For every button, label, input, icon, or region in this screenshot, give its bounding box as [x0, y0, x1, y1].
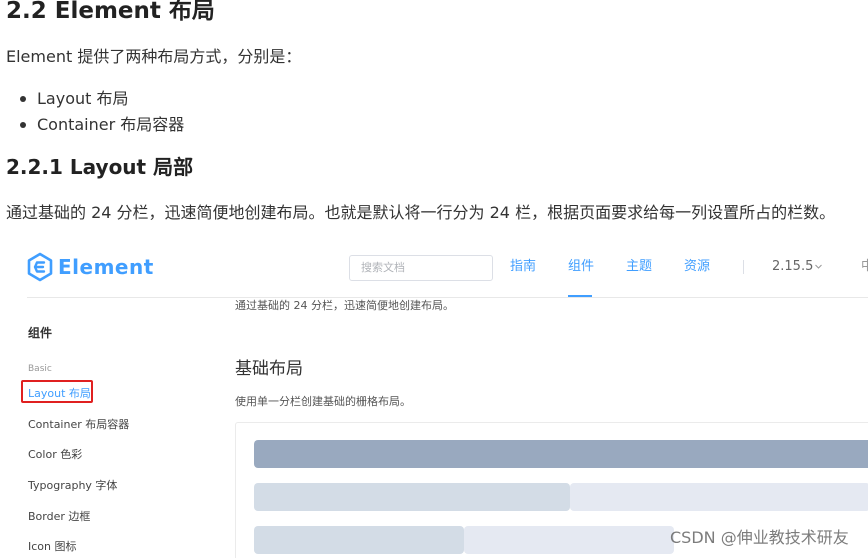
content-intro: 通过基础的 24 分栏，迅速简便地创建布局。	[235, 299, 454, 312]
element-logo[interactable]: Element	[27, 252, 154, 282]
language-switch[interactable]: 中	[861, 259, 868, 275]
element-docs-screenshot: Element 搜索文档 指南 组件 主题 资源 2.15.5 中 组件 Bas…	[0, 236, 868, 558]
hexagon-logo-icon	[27, 252, 53, 282]
version-select[interactable]: 2.15.5	[772, 259, 813, 275]
bullet-item-container: Container 布局容器	[18, 112, 184, 138]
article-heading: 2.2 Element 布局	[6, 0, 215, 24]
article-subheading: 2.2.1 Layout 局部	[6, 155, 194, 179]
grid-col-12-b	[570, 483, 868, 511]
article-description: 通过基础的 24 分栏，迅速简便地创建布局。也就是默认将一行分为 24 栏，根据…	[6, 203, 836, 222]
page: 2.2 Element 布局 Element 提供了两种布局方式，分别是： La…	[0, 0, 868, 558]
bullet-list: Layout 布局 Container 布局容器	[18, 86, 184, 138]
watermark: CSDN @伸业教技术研友	[670, 528, 849, 547]
sidebar-item-container[interactable]: Container 布局容器	[28, 418, 129, 432]
grid-col-24	[254, 440, 868, 468]
chevron-down-icon[interactable]	[815, 263, 822, 270]
grid-col-12-a	[254, 483, 570, 511]
logo-text: Element	[58, 255, 154, 279]
sidebar-item-color[interactable]: Color 色彩	[28, 448, 82, 462]
content-heading: 基础布局	[235, 359, 303, 379]
nav-divider	[743, 260, 744, 274]
sidebar-item-typography[interactable]: Typography 字体	[28, 479, 117, 493]
nav-item-resource[interactable]: 资源	[684, 259, 710, 275]
nav-item-theme[interactable]: 主题	[626, 259, 652, 275]
search-input[interactable]: 搜索文档	[349, 255, 493, 281]
nav-item-component[interactable]: 组件	[568, 259, 594, 275]
sidebar-item-layout[interactable]: Layout 布局	[28, 387, 91, 401]
header-divider	[27, 297, 868, 298]
sidebar-group-label: Basic	[28, 364, 52, 374]
sidebar-item-border[interactable]: Border 边框	[28, 510, 90, 524]
sidebar-title: 组件	[28, 326, 53, 340]
article-intro: Element 提供了两种布局方式，分别是：	[6, 47, 302, 66]
sidebar-item-icon[interactable]: Icon 图标	[28, 540, 77, 554]
bullet-item-layout: Layout 布局	[18, 86, 184, 112]
grid-col-8-b	[464, 526, 674, 554]
grid-col-8-a	[254, 526, 464, 554]
content-subtext: 使用单一分栏创建基础的栅格布局。	[235, 395, 411, 408]
nav-item-guide[interactable]: 指南	[510, 259, 536, 275]
